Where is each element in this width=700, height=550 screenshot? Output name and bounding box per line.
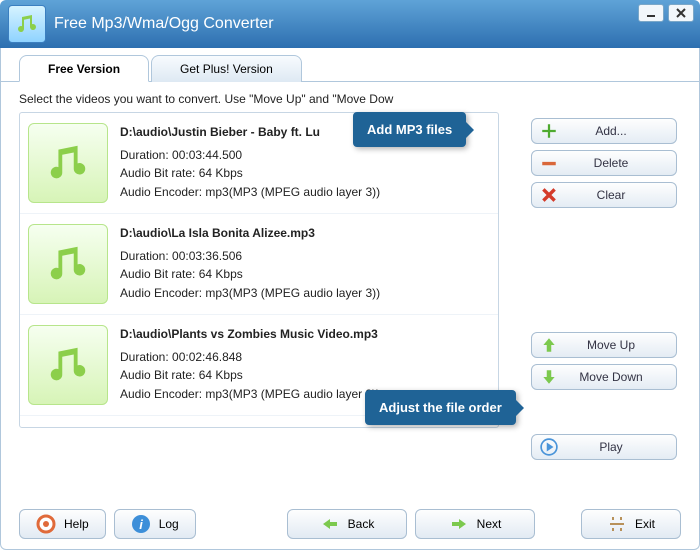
next-label: Next — [477, 517, 502, 531]
move-down-label: Move Down — [572, 370, 668, 384]
titlebar: Free Mp3/Wma/Ogg Converter — [0, 0, 700, 48]
music-file-icon — [28, 325, 108, 405]
bottom-toolbar: Help i Log Back Next Exit — [19, 509, 681, 539]
back-label: Back — [348, 517, 375, 531]
arrow-up-icon — [540, 336, 558, 354]
app-icon — [8, 5, 46, 43]
minimize-button[interactable] — [638, 4, 664, 22]
callout-adjust-order: Adjust the file order — [365, 390, 516, 425]
exit-button[interactable]: Exit — [581, 509, 681, 539]
file-duration: Duration: 00:03:36.506 — [120, 247, 380, 266]
play-button[interactable]: Play — [531, 434, 677, 460]
list-item[interactable]: D:\audio\La Isla Bonita Alizee.mp3 Durat… — [20, 214, 498, 315]
callout-add-files: Add MP3 files — [353, 112, 466, 147]
file-encoder: Audio Encoder: mp3(MP3 (MPEG audio layer… — [120, 284, 380, 303]
x-icon — [540, 186, 558, 204]
music-file-icon — [28, 123, 108, 203]
delete-button-label: Delete — [572, 156, 668, 170]
svg-text:i: i — [139, 517, 143, 532]
exit-label: Exit — [635, 517, 655, 531]
help-icon — [36, 514, 56, 534]
back-button[interactable]: Back — [287, 509, 407, 539]
play-label: Play — [572, 440, 668, 454]
file-encoder: Audio Encoder: mp3(MP3 (MPEG audio layer… — [120, 183, 380, 202]
file-path: D:\audio\La Isla Bonita Alizee.mp3 — [120, 224, 380, 243]
help-label: Help — [64, 517, 89, 531]
tab-free-version[interactable]: Free Version — [19, 55, 149, 82]
file-bitrate: Audio Bit rate: 64 Kbps — [120, 265, 380, 284]
help-button[interactable]: Help — [19, 509, 106, 539]
play-icon — [540, 438, 558, 456]
file-list[interactable]: D:\audio\Justin Bieber - Baby ft. Lu Dur… — [19, 112, 499, 428]
app-title: Free Mp3/Wma/Ogg Converter — [54, 15, 274, 33]
clear-button-label: Clear — [572, 188, 668, 202]
exit-icon — [607, 514, 627, 534]
instruction-text: Select the videos you want to convert. U… — [19, 92, 681, 106]
file-duration: Duration: 00:02:46.848 — [120, 348, 380, 367]
next-button[interactable]: Next — [415, 509, 535, 539]
log-label: Log — [159, 517, 179, 531]
file-bitrate: Audio Bit rate: 64 Kbps — [120, 366, 380, 385]
add-button-label: Add... — [572, 124, 668, 138]
file-path: D:\audio\Plants vs Zombies Music Video.m… — [120, 325, 380, 344]
file-path: D:\audio\Justin Bieber - Baby ft. Lu — [120, 123, 380, 142]
file-duration: Duration: 00:03:44.500 — [120, 146, 380, 165]
arrow-left-icon — [320, 514, 340, 534]
close-button[interactable] — [668, 4, 694, 22]
add-button[interactable]: Add... — [531, 118, 677, 144]
clear-button[interactable]: Clear — [531, 182, 677, 208]
move-up-label: Move Up — [572, 338, 668, 352]
log-button[interactable]: i Log — [114, 509, 196, 539]
arrow-down-icon — [540, 368, 558, 386]
move-up-button[interactable]: Move Up — [531, 332, 677, 358]
plus-icon — [540, 122, 558, 140]
file-encoder: Audio Encoder: mp3(MP3 (MPEG audio layer… — [120, 385, 380, 404]
move-down-button[interactable]: Move Down — [531, 364, 677, 390]
music-file-icon — [28, 224, 108, 304]
delete-button[interactable]: Delete — [531, 150, 677, 176]
main-panel: Free Version Get Plus! Version Select th… — [0, 48, 700, 550]
file-bitrate: Audio Bit rate: 64 Kbps — [120, 164, 380, 183]
minus-icon — [540, 154, 558, 172]
info-icon: i — [131, 514, 151, 534]
arrow-right-icon — [449, 514, 469, 534]
tab-bar: Free Version Get Plus! Version — [1, 48, 699, 82]
tab-plus-version[interactable]: Get Plus! Version — [151, 55, 302, 82]
